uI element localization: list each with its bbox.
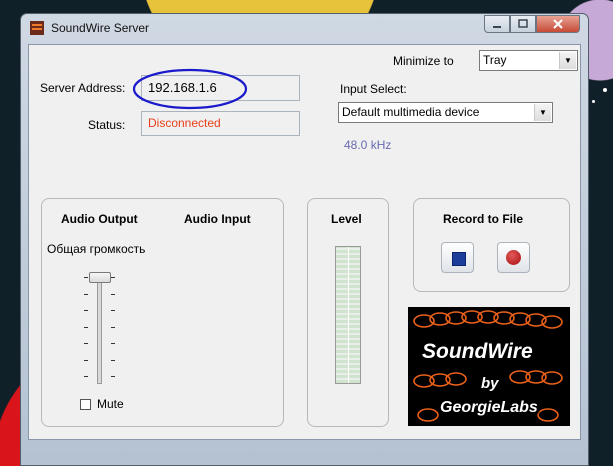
audio-group [41, 198, 284, 427]
logo-title: SoundWire [422, 340, 533, 363]
volume-tick [111, 359, 115, 361]
volume-tick [84, 310, 88, 311]
level-meter [335, 246, 361, 384]
maximize-icon [518, 19, 528, 28]
maximize-button[interactable] [510, 15, 536, 33]
status-value: Disconnected [141, 111, 300, 136]
volume-label: Общая громкость [47, 242, 146, 256]
audio-output-tab[interactable]: Audio Output [61, 212, 138, 226]
volume-tick [84, 376, 88, 377]
stop-icon [452, 252, 466, 266]
minimize-to-select[interactable]: Tray ▼ [479, 50, 578, 71]
star-dot [603, 88, 607, 92]
mute-label: Mute [97, 397, 124, 411]
audio-input-tab[interactable]: Audio Input [184, 212, 251, 226]
dropdown-arrow-icon: ▼ [559, 52, 576, 69]
stop-button[interactable] [441, 242, 474, 273]
app-icon [30, 21, 44, 35]
input-select[interactable]: Default multimedia device ▼ [338, 102, 553, 123]
volume-tick [111, 310, 115, 311]
title-bar[interactable]: SoundWire Server [21, 14, 588, 44]
volume-slider-thumb[interactable] [89, 272, 111, 283]
soundwire-logo[interactable]: SoundWire by GeorgieLabs [408, 307, 570, 426]
volume-tick [84, 343, 88, 344]
dropdown-arrow-icon: ▼ [534, 104, 551, 121]
volume-tick [111, 376, 115, 377]
record-button[interactable] [497, 242, 530, 273]
mute-checkbox[interactable] [80, 399, 91, 410]
volume-tick [84, 277, 88, 278]
volume-tick [111, 277, 115, 278]
close-icon [553, 19, 563, 29]
star-dot [592, 100, 595, 103]
volume-tick [84, 359, 88, 361]
volume-tick [84, 326, 88, 328]
close-button[interactable] [536, 15, 580, 33]
volume-tick [111, 326, 115, 328]
window-title: SoundWire Server [51, 21, 150, 35]
record-icon [506, 250, 521, 265]
logo-by: by [481, 375, 499, 392]
minimize-button[interactable] [484, 15, 510, 33]
annotation-circle [132, 68, 248, 110]
input-select-value: Default multimedia device [342, 105, 480, 119]
minimize-to-value: Tray [483, 53, 507, 67]
minimize-icon [493, 26, 501, 28]
record-label: Record to File [443, 212, 524, 226]
volume-tick [111, 293, 115, 295]
minimize-to-label: Minimize to [393, 54, 454, 68]
volume-slider-track[interactable] [97, 278, 102, 384]
volume-tick [84, 293, 88, 295]
volume-tick [111, 343, 115, 344]
sample-rate: 48.0 kHz [344, 138, 392, 152]
logo-author: GeorgieLabs [440, 399, 538, 416]
input-select-label: Input Select: [340, 82, 407, 96]
status-label: Status: [88, 118, 126, 132]
server-address-label: Server Address: [40, 81, 126, 95]
level-label: Level [331, 212, 362, 226]
